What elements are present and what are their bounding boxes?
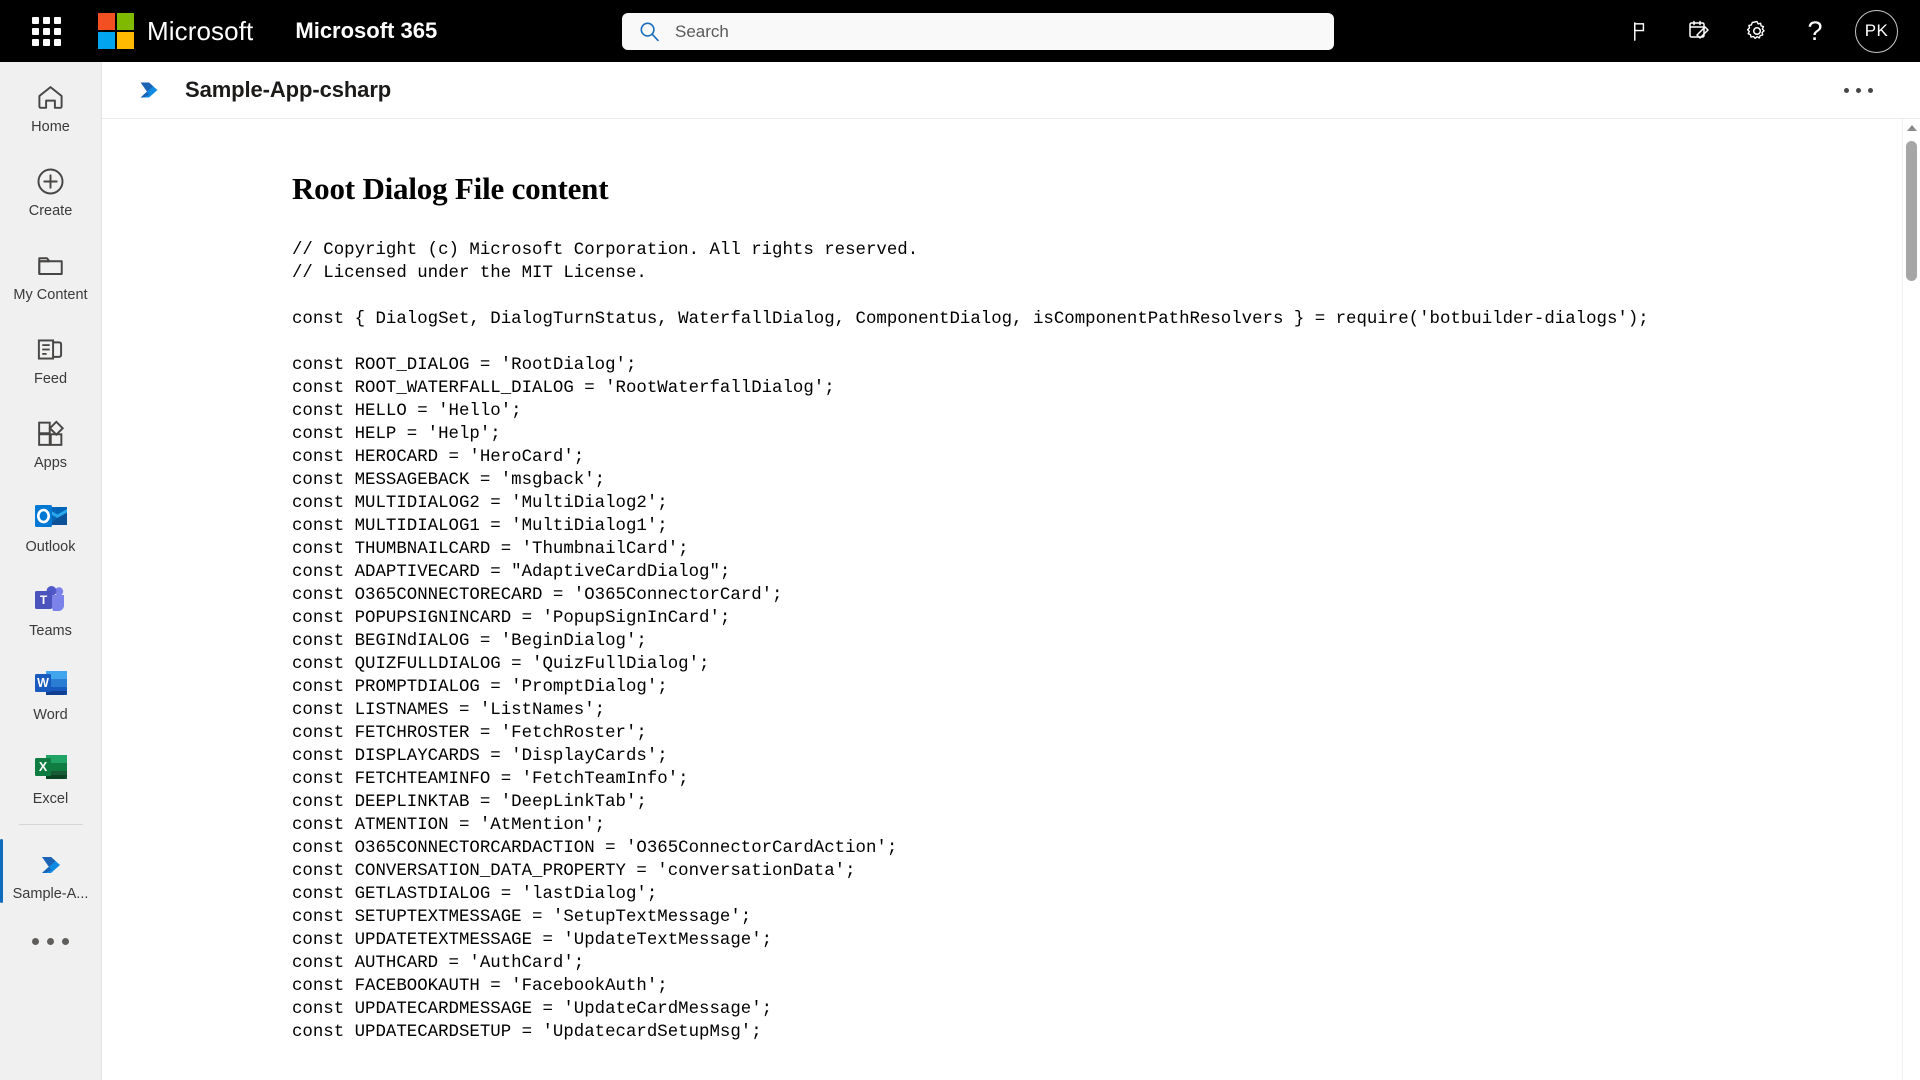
svg-text:T: T [39, 593, 47, 607]
rail-item-sample-app[interactable]: Sample-A... [0, 829, 101, 913]
search-box[interactable] [622, 13, 1334, 50]
teams-icon: T [34, 577, 68, 617]
rail-item-outlook[interactable]: Outlook [0, 482, 101, 566]
document-body: Root Dialog File content // Copyright (c… [102, 119, 1920, 1044]
microsoft-logo-icon [98, 13, 134, 49]
sample-app-icon [135, 76, 163, 104]
gear-icon[interactable] [1733, 7, 1781, 55]
question-glyph: ? [1807, 15, 1823, 46]
search-icon [639, 21, 660, 42]
word-icon: W [34, 661, 68, 701]
suite-header: Microsoft Microsoft 365 ? PK [0, 0, 1920, 62]
rail-label: Feed [33, 371, 68, 387]
feed-icon [35, 325, 66, 365]
rail-item-my-content[interactable]: My Content [0, 230, 101, 314]
rail-label: Home [31, 119, 70, 135]
rail-label: Create [28, 203, 73, 219]
rail-label: Excel [32, 791, 69, 807]
svg-text:X: X [38, 760, 47, 774]
rail-item-apps[interactable]: Apps [0, 398, 101, 482]
rail-label: My Content [13, 287, 88, 303]
rail-item-create[interactable]: Create [0, 146, 101, 230]
home-icon [35, 73, 66, 113]
vertical-scrollbar[interactable] [1902, 119, 1920, 1080]
avatar[interactable]: PK [1855, 9, 1898, 53]
scroll-thumb[interactable] [1906, 141, 1917, 281]
rail-item-home[interactable]: Home [0, 62, 101, 146]
plus-circle-icon [35, 157, 66, 197]
rail-divider [18, 824, 83, 825]
avatar-initials: PK [1864, 21, 1889, 40]
rail-item-word[interactable]: W Word [0, 650, 101, 734]
rail-label: Word [33, 707, 68, 723]
scroll-up-arrow[interactable] [1903, 119, 1920, 136]
microsoft-logo[interactable]: Microsoft [98, 13, 253, 49]
app-launcher-icon[interactable] [22, 7, 70, 55]
suite-title[interactable]: Microsoft 365 [295, 18, 437, 44]
calendar-check-icon[interactable] [1675, 7, 1723, 55]
svg-text:W: W [37, 676, 49, 690]
rail-label: Teams [29, 623, 72, 639]
suite-actions: ? PK [1612, 0, 1906, 62]
search-input[interactable] [673, 20, 1297, 43]
rail-item-feed[interactable]: Feed [0, 314, 101, 398]
code-block: // Copyright (c) Microsoft Corporation. … [292, 241, 1649, 1042]
page-title: Sample-App-csharp [185, 77, 392, 102]
excel-icon: X [34, 745, 68, 785]
left-rail: Home Create My Content Feed Apps Outlook… [0, 62, 102, 1080]
rail-label: Apps [33, 455, 68, 471]
outlook-icon [34, 493, 68, 533]
rail-item-teams[interactable]: T Teams [0, 566, 101, 650]
question-icon[interactable]: ? [1791, 7, 1839, 55]
microsoft-brand-label: Microsoft [147, 15, 254, 46]
rail-label: Outlook [25, 539, 76, 555]
rail-item-excel[interactable]: X Excel [0, 734, 101, 818]
app-more-options-button[interactable] [1832, 80, 1884, 101]
document-heading: Root Dialog File content [292, 171, 609, 206]
rail-label: Sample-A... [12, 886, 89, 902]
app-root: Microsoft Microsoft 365 ? PK [0, 0, 1920, 1080]
flag-icon[interactable] [1617, 7, 1665, 55]
folder-icon [35, 241, 66, 281]
rail-more-button[interactable] [0, 913, 101, 969]
app-header: Sample-App-csharp [102, 62, 1920, 119]
apps-icon [35, 409, 66, 449]
content-area: Root Dialog File content // Copyright (c… [102, 119, 1920, 1080]
sample-app-icon [36, 840, 66, 880]
